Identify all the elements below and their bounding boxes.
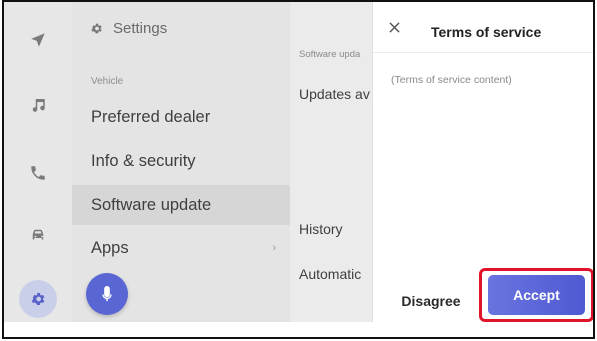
menu-item-label: Info & security xyxy=(91,151,196,170)
menu-item-label: Software update xyxy=(91,195,212,214)
accept-highlight: Accept xyxy=(479,268,593,322)
updates-available-row[interactable]: Updates av xyxy=(299,86,370,102)
disagree-button[interactable]: Disagree xyxy=(383,280,479,322)
section-label-vehicle: Vehicle xyxy=(91,76,124,87)
terms-of-service-dialog: Terms of service (Terms of service conte… xyxy=(372,2,593,322)
dialog-header: Terms of service xyxy=(373,2,593,53)
software-update-content: Software upda Updates av History Automat… xyxy=(290,2,380,322)
music-icon[interactable] xyxy=(26,93,50,117)
gear-icon xyxy=(91,23,102,34)
terms-content: (Terms of service content) xyxy=(391,74,512,86)
settings-header: Settings xyxy=(90,20,167,37)
close-button[interactable] xyxy=(385,18,403,36)
settings-rail-button[interactable] xyxy=(19,280,57,318)
accept-button[interactable]: Accept xyxy=(488,275,585,315)
menu-item-preferred-dealer[interactable]: Preferred dealer xyxy=(72,97,290,137)
phone-icon[interactable] xyxy=(26,161,50,185)
menu-item-info-security[interactable]: Info & security xyxy=(72,141,290,181)
dialog-title: Terms of service xyxy=(431,24,542,40)
microphone-icon xyxy=(102,285,112,301)
car-icon[interactable] xyxy=(26,223,50,247)
content-section-label: Software upda xyxy=(299,49,361,60)
history-row[interactable]: History xyxy=(299,221,343,237)
chevron-right-icon: › xyxy=(272,242,276,254)
settings-panel: Settings Vehicle Preferred dealer Info &… xyxy=(72,2,290,322)
menu-item-label: Apps xyxy=(91,238,129,257)
left-nav-rail xyxy=(4,2,72,322)
menu-item-software-update[interactable]: Software update xyxy=(72,185,290,225)
voice-assistant-button[interactable] xyxy=(86,273,128,315)
close-icon xyxy=(388,21,400,33)
menu-item-apps[interactable]: Apps › xyxy=(72,228,290,268)
head-unit-screen: Settings Vehicle Preferred dealer Info &… xyxy=(4,2,593,322)
gear-icon xyxy=(31,293,45,305)
navigation-icon[interactable] xyxy=(26,28,50,52)
automatic-row[interactable]: Automatic xyxy=(299,266,361,282)
menu-item-label: Preferred dealer xyxy=(91,107,211,126)
settings-title: Settings xyxy=(113,20,168,37)
screenshot-frame: Settings Vehicle Preferred dealer Info &… xyxy=(2,0,595,339)
dialog-footer: Disagree Accept xyxy=(373,268,593,322)
